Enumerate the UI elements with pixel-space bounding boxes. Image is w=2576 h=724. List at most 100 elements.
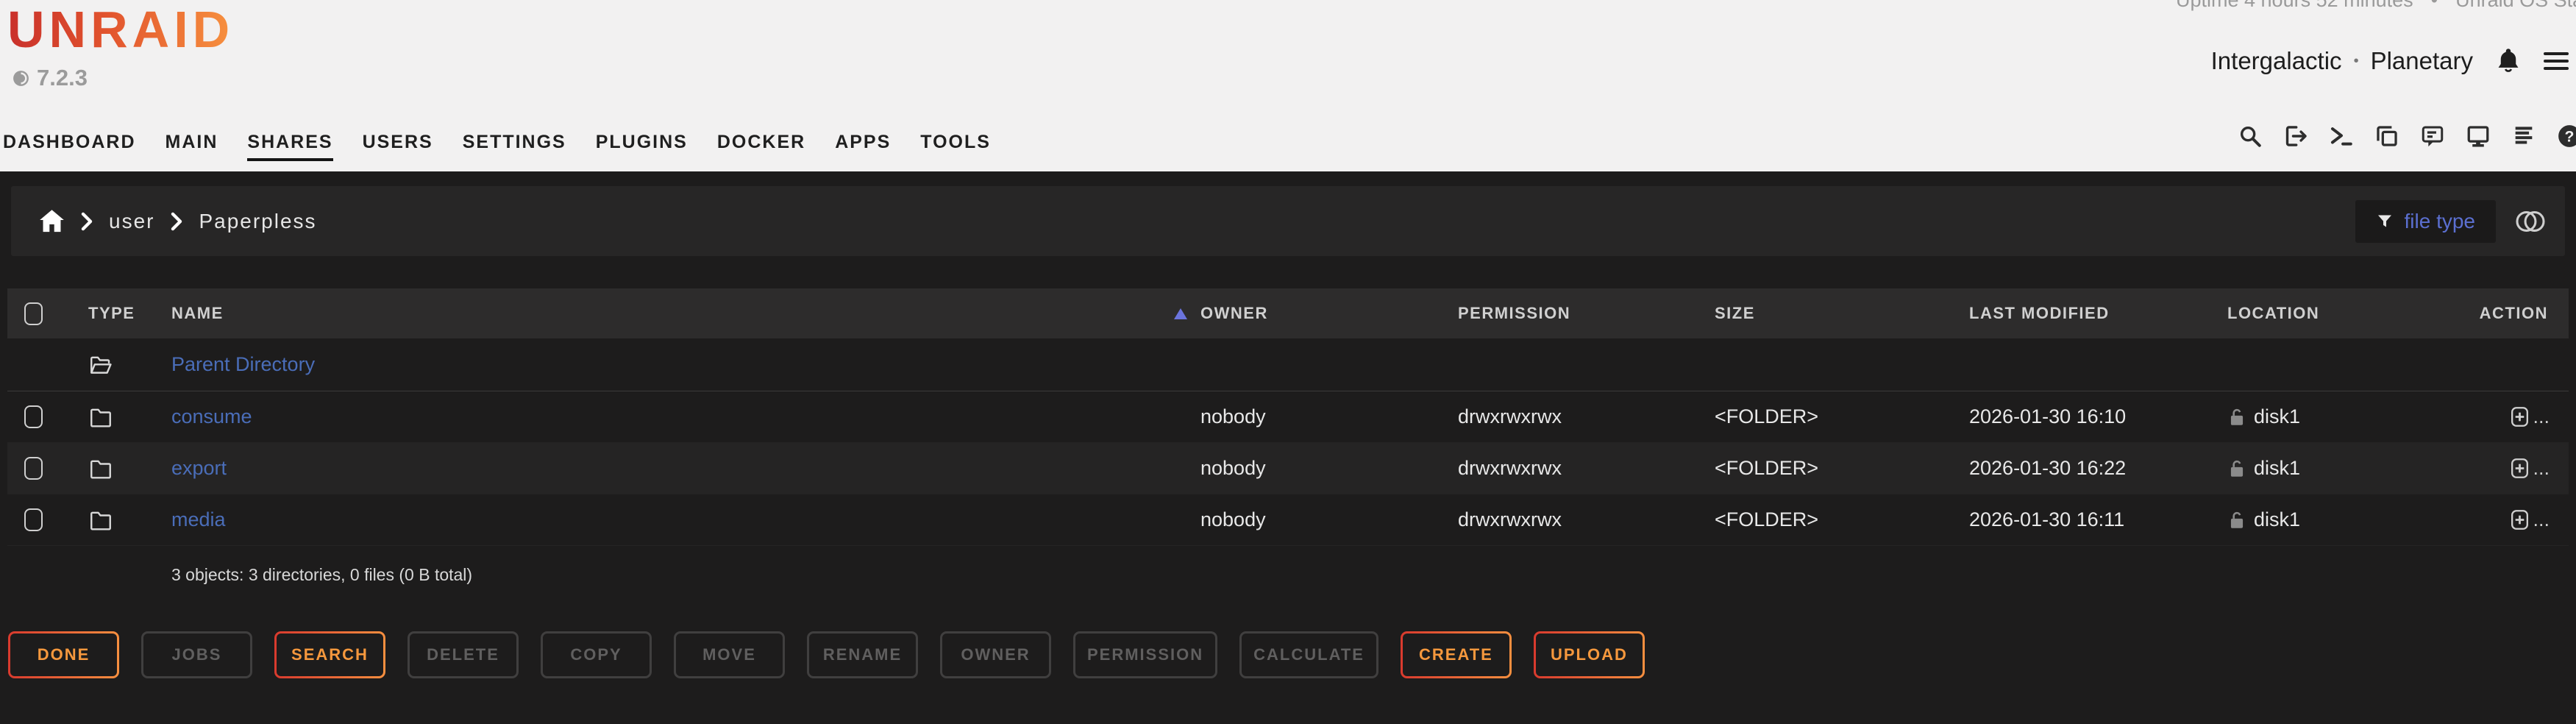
- owner-button: OWNER: [940, 631, 1051, 678]
- uptime-text: Uptime 4 hours 52 minutes: [2176, 0, 2413, 11]
- header-toolbar: ?: [2238, 124, 2576, 149]
- col-owner[interactable]: OWNER: [1200, 304, 1458, 323]
- file-table: TYPE NAME OWNER PERMISSION SIZE LAST MOD…: [7, 288, 2569, 585]
- expand-actions-icon[interactable]: [2508, 457, 2531, 480]
- delete-button: DELETE: [408, 631, 519, 678]
- copy-icon[interactable]: [2374, 124, 2399, 149]
- more-dots[interactable]: ...: [2533, 508, 2550, 531]
- file-browser: user Paperpless file type: [0, 171, 2576, 724]
- col-size[interactable]: SIZE: [1715, 304, 1969, 323]
- action-bar: DONE JOBS SEARCH DELETE COPY MOVE RENAME…: [8, 631, 1645, 678]
- create-button[interactable]: CREATE: [1401, 631, 1512, 678]
- nav-docker[interactable]: DOCKER: [717, 132, 805, 161]
- nav-users[interactable]: USERS: [363, 132, 433, 161]
- row-checkbox[interactable]: [24, 508, 43, 531]
- done-button[interactable]: DONE: [8, 631, 119, 678]
- modified-cell: 2026-01-30 16:22: [1969, 457, 2227, 480]
- sign-out-icon[interactable]: [2283, 124, 2308, 149]
- rename-button: RENAME: [807, 631, 918, 678]
- size-cell: <FOLDER>: [1715, 457, 1969, 480]
- object-count-summary: 3 objects: 3 directories, 0 files (0 B t…: [171, 565, 2569, 585]
- action-cell: ...: [2482, 508, 2569, 531]
- owner-cell: nobody: [1200, 457, 1458, 480]
- parent-directory-link[interactable]: Parent Directory: [171, 353, 315, 376]
- breadcrumb-user[interactable]: user: [109, 210, 154, 233]
- burger-icon: [2544, 52, 2569, 55]
- server-names: Intergalactic • Planetary: [2211, 47, 2473, 75]
- toggle-icon: [2512, 208, 2549, 235]
- nav-tools[interactable]: TOOLS: [920, 132, 991, 161]
- permission-cell: drwxrwxrwx: [1458, 457, 1715, 480]
- remote-access-icon[interactable]: [2466, 124, 2491, 149]
- col-type[interactable]: TYPE: [63, 304, 147, 323]
- nav-plugins[interactable]: PLUGINS: [596, 132, 688, 161]
- location-cell: disk1: [2227, 405, 2482, 428]
- terminal-icon[interactable]: [2329, 124, 2354, 149]
- version-number: 7.2.3: [37, 65, 88, 91]
- svg-text:?: ?: [2565, 127, 2575, 145]
- folder-link[interactable]: media: [171, 508, 226, 531]
- lock-icon: [2227, 510, 2246, 530]
- row-checkbox[interactable]: [24, 457, 43, 480]
- open-folder-icon: [88, 353, 113, 377]
- nav-main[interactable]: MAIN: [166, 132, 218, 161]
- table-row: media nobody drwxrwxrwx <FOLDER> 2026-01…: [7, 494, 2569, 546]
- action-cell: ...: [2482, 405, 2569, 428]
- more-dots[interactable]: ...: [2533, 405, 2550, 428]
- expand-actions-icon[interactable]: [2508, 405, 2531, 428]
- help-icon[interactable]: ?: [2557, 124, 2576, 149]
- col-name[interactable]: NAME: [147, 304, 1200, 323]
- home-icon[interactable]: [39, 209, 65, 233]
- menu-button[interactable]: [2544, 52, 2569, 70]
- modified-cell: 2026-01-30 16:10: [1969, 405, 2227, 428]
- unraid-window: Uptime 4 hours 52 minutes•Unraid OS Star…: [0, 0, 2576, 724]
- col-modified[interactable]: LAST MODIFIED: [1969, 304, 2227, 323]
- calculate-button: CALCULATE: [1239, 631, 1378, 678]
- location-cell: disk1: [2227, 508, 2482, 531]
- folder-icon: [88, 457, 113, 480]
- row-checkbox[interactable]: [24, 405, 43, 428]
- copy-button: COPY: [541, 631, 652, 678]
- status-separator: •: [2431, 0, 2438, 11]
- parent-directory-row: Parent Directory: [7, 338, 2569, 391]
- col-location[interactable]: LOCATION: [2227, 304, 2482, 323]
- permission-cell: drwxrwxrwx: [1458, 508, 1715, 531]
- nav-dashboard[interactable]: DASHBOARD: [3, 132, 136, 161]
- file-type-filter[interactable]: file type: [2355, 200, 2497, 243]
- lock-icon: [2227, 458, 2246, 479]
- lock-icon: [2227, 407, 2246, 427]
- col-permission[interactable]: PERMISSION: [1458, 304, 1715, 323]
- nav-shares[interactable]: SHARES: [247, 132, 332, 161]
- server-name-separator: •: [2354, 53, 2359, 70]
- upload-button[interactable]: UPLOAD: [1534, 631, 1645, 678]
- size-cell: <FOLDER>: [1715, 508, 1969, 531]
- size-cell: <FOLDER>: [1715, 405, 1969, 428]
- expand-actions-icon[interactable]: [2508, 508, 2531, 531]
- uptime-status: Uptime 4 hours 52 minutes•Unraid OS Star…: [2176, 0, 2576, 12]
- search-button[interactable]: SEARCH: [274, 631, 385, 678]
- notifications-button[interactable]: [2495, 47, 2522, 75]
- folder-icon: [88, 405, 113, 429]
- bell-icon: [2495, 47, 2522, 75]
- logs-icon[interactable]: [2511, 124, 2536, 149]
- breadcrumb: user Paperpless file type: [11, 186, 2565, 256]
- folder-link[interactable]: consume: [171, 405, 252, 428]
- modified-cell: 2026-01-30 16:11: [1969, 508, 2227, 531]
- nav-apps[interactable]: APPS: [835, 132, 891, 161]
- update-status-icon: [12, 69, 30, 88]
- folder-link[interactable]: export: [171, 457, 227, 480]
- folder-icon: [88, 508, 113, 532]
- location-cell: disk1: [2227, 457, 2482, 480]
- search-icon[interactable]: [2238, 124, 2263, 149]
- nav-settings[interactable]: SETTINGS: [463, 132, 566, 161]
- version-row: 7.2.3: [12, 65, 88, 91]
- view-toggle[interactable]: [2512, 208, 2549, 235]
- unraid-logo[interactable]: UNRAID: [7, 0, 234, 59]
- table-row: export nobody drwxrwxrwx <FOLDER> 2026-0…: [7, 443, 2569, 494]
- chevron-right-icon: [65, 212, 109, 231]
- more-dots[interactable]: ...: [2533, 457, 2550, 480]
- move-button: MOVE: [674, 631, 785, 678]
- breadcrumb-share[interactable]: Paperpless: [199, 210, 316, 233]
- feedback-icon[interactable]: [2420, 124, 2445, 149]
- select-all-checkbox[interactable]: [24, 302, 43, 325]
